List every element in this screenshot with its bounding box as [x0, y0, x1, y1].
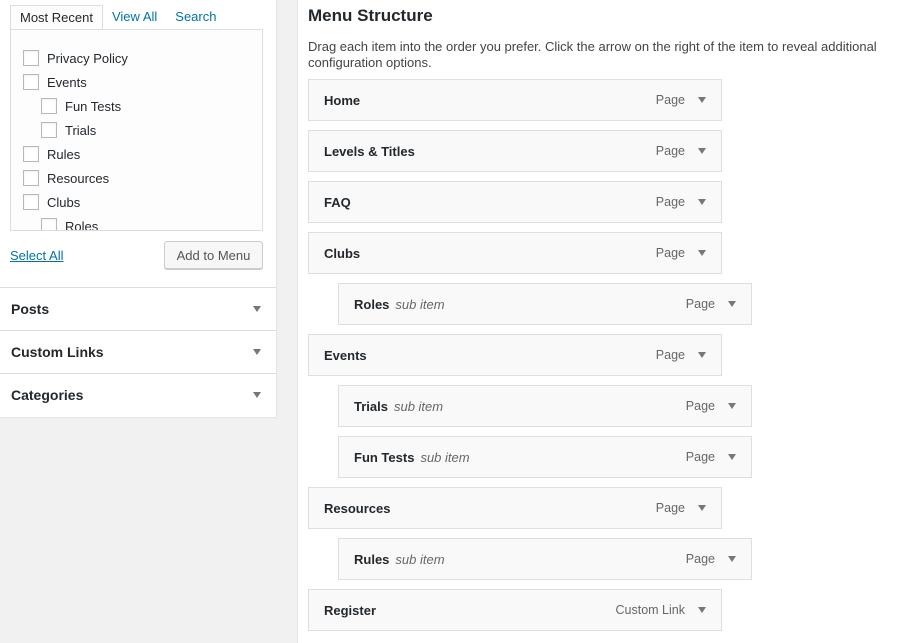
caret-down-icon[interactable] [253, 349, 261, 355]
menu-item[interactable]: Clubs Page [308, 232, 722, 274]
item-label: Events [47, 74, 87, 90]
menu-item[interactable]: Rules sub item Page [338, 538, 752, 580]
add-to-menu-button[interactable]: Add to Menu [164, 241, 263, 269]
sub-item-label: sub item [395, 551, 445, 567]
sub-item-label: sub item [395, 296, 445, 312]
menu-item-type: Page [685, 450, 715, 464]
checkbox[interactable] [23, 74, 39, 90]
section-categories[interactable]: Categories [0, 373, 276, 416]
page-checklist-item[interactable]: Privacy Policy [11, 46, 262, 70]
expand-arrow-icon[interactable] [698, 250, 706, 256]
menu-item-title: Home [324, 92, 361, 108]
page-checklist-item[interactable]: Fun Tests [11, 94, 262, 118]
menu-item[interactable]: Roles sub item Page [338, 283, 752, 325]
add-menu-items-panel: Most Recent View All Search Privacy Poli… [0, 0, 277, 417]
page-title: Menu Structure [308, 6, 433, 25]
expand-arrow-icon[interactable] [698, 148, 706, 154]
page-checklist-item[interactable]: Rules [11, 142, 262, 166]
item-label: Fun Tests [65, 98, 122, 114]
item-label: Privacy Policy [47, 50, 128, 66]
menu-item-title: Trials [354, 398, 388, 414]
expand-arrow-icon[interactable] [728, 454, 736, 460]
page-checklist-item[interactable]: Trials [11, 118, 262, 142]
page-checklist-item[interactable]: Clubs [11, 190, 262, 214]
menu-item-type: Page [655, 144, 685, 158]
menu-item[interactable]: Home Page [308, 79, 722, 121]
menu-item[interactable]: Events Page [308, 334, 722, 376]
checkbox[interactable] [23, 194, 39, 210]
menu-item-title: Resources [324, 500, 391, 516]
menu-item-title: Clubs [324, 245, 361, 261]
menu-item-type: Page [655, 195, 685, 209]
menu-item-title: Levels & Titles [324, 143, 415, 159]
sub-item-label: sub item [420, 449, 470, 465]
menu-item-title: Rules [354, 551, 390, 567]
menu-item[interactable]: FAQ Page [308, 181, 722, 223]
menu-item-type: Page [655, 348, 685, 362]
tab-most-recent[interactable]: Most Recent [10, 5, 103, 31]
expand-arrow-icon[interactable] [698, 199, 706, 205]
expand-arrow-icon[interactable] [698, 505, 706, 511]
menu-structure-panel: Menu Structure Drag each item into the o… [297, 0, 898, 643]
item-label: Resources [47, 170, 110, 186]
menu-item[interactable]: Resources Page [308, 487, 722, 529]
section-title: Posts [11, 301, 50, 317]
section-title: Custom Links [11, 344, 104, 360]
page-checklist-item[interactable]: Resources [11, 166, 262, 190]
menu-item-title: Fun Tests [354, 449, 415, 465]
menu-item-title: Events [324, 347, 367, 363]
item-label: Clubs [47, 194, 81, 210]
checkbox[interactable] [23, 170, 39, 186]
menu-item-type: Custom Link [615, 603, 685, 617]
menu-item-title: FAQ [324, 194, 351, 210]
tab-view-all[interactable]: View All [103, 5, 166, 30]
sub-item-label: sub item [393, 398, 444, 414]
menu-item-type: Page [685, 399, 715, 413]
menu-item[interactable]: Register Custom Link [308, 589, 722, 631]
menu-item-type: Page [655, 93, 685, 107]
expand-arrow-icon[interactable] [698, 607, 706, 613]
caret-down-icon[interactable] [253, 392, 261, 398]
menu-item-title: Register [324, 602, 377, 618]
caret-down-icon[interactable] [253, 306, 261, 312]
instructions: Drag each item into the order you prefer… [308, 39, 877, 70]
section-custom-links[interactable]: Custom Links [0, 330, 276, 373]
expand-arrow-icon[interactable] [698, 97, 706, 103]
checkbox[interactable] [41, 98, 57, 114]
expand-arrow-icon[interactable] [728, 301, 736, 307]
menu-item[interactable]: Levels & Titles Page [308, 130, 722, 172]
menu-item[interactable]: Fun Tests sub item Page [338, 436, 752, 478]
pages-checklist[interactable]: Privacy Policy Events Fun Tests Trials Rules… [10, 29, 263, 231]
menu-item[interactable]: Trials sub item Page [338, 385, 752, 427]
checkbox[interactable] [23, 146, 39, 162]
tab-search[interactable]: Search [166, 5, 225, 30]
section-title: Categories [11, 387, 84, 403]
page-checklist-item[interactable]: Roles [11, 214, 262, 231]
checkbox[interactable] [41, 218, 57, 230]
menu-item-type: Page [655, 246, 685, 260]
item-label: Roles [65, 218, 99, 231]
checkbox[interactable] [23, 50, 39, 66]
tabs: Most Recent View All Search [10, 5, 225, 31]
menu-item-title: Roles [354, 296, 390, 312]
expand-arrow-icon[interactable] [728, 556, 736, 562]
menu-item-type: Page [685, 297, 715, 311]
expand-arrow-icon[interactable] [698, 352, 706, 358]
expand-arrow-icon[interactable] [728, 403, 736, 409]
select-all-link[interactable]: Select All [10, 248, 63, 263]
menu-item-type: Page [655, 501, 685, 515]
item-label: Trials [65, 122, 97, 138]
item-label: Rules [47, 146, 81, 162]
menu-item-type: Page [685, 552, 715, 566]
section-posts[interactable]: Posts [0, 287, 276, 330]
checkbox[interactable] [41, 122, 57, 138]
page-checklist-item[interactable]: Events [11, 70, 262, 94]
